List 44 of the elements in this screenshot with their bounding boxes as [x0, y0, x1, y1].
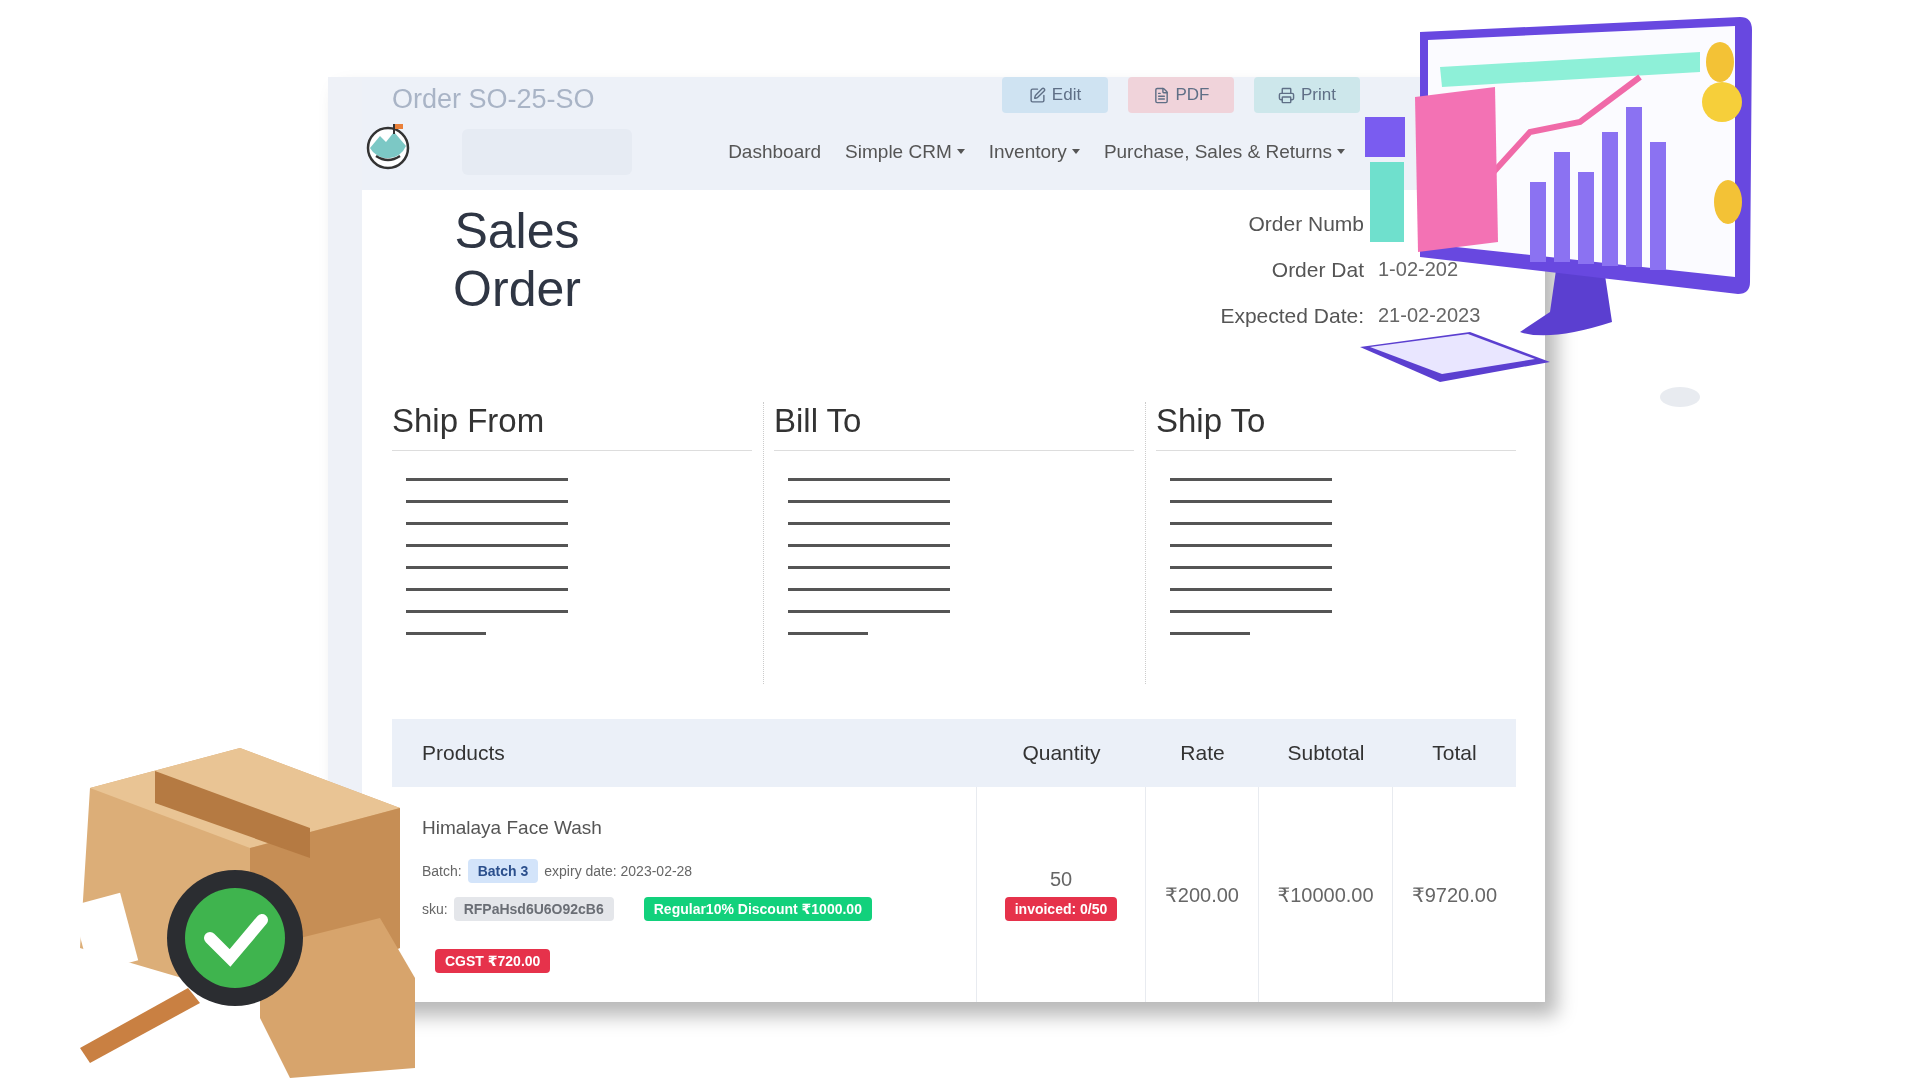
meta-value: 21-02-2023 [1378, 304, 1482, 328]
page-title: Order SO-25-SO [392, 82, 596, 115]
address-heading: Ship To [1156, 402, 1516, 451]
rate-value: ₹200.00 [1165, 882, 1239, 907]
nav-link[interactable]: Purchase, Sales & Returns [1103, 140, 1345, 163]
edit-icon [1028, 86, 1046, 104]
meta-label: Expected Date: [1220, 304, 1364, 328]
address-heading: Bill To [774, 402, 1134, 451]
mountain-logo [364, 121, 412, 170]
sku-label: sku: [422, 901, 448, 917]
sku-badge: RFPaHsd6U6O92cB6 [453, 897, 614, 921]
coin-icon [1706, 42, 1734, 82]
discount-badge: Regular10% Discount ₹1000.00 [643, 897, 872, 921]
column-header: Total [1431, 741, 1478, 765]
pdf-button[interactable]: PDF [1128, 77, 1234, 113]
total-value: ₹9720.00 [1412, 882, 1497, 907]
edit-button[interactable]: Edit [1002, 77, 1108, 113]
meta-label: Order Numb [1247, 212, 1364, 236]
nav-link[interactable]: Simple CRM [845, 140, 965, 163]
coin-icon [1714, 180, 1742, 224]
column-header: Subtotal [1286, 741, 1366, 765]
keyboard-icon [1360, 332, 1550, 382]
invoiced-badge: invoiced: 0/50 [1004, 897, 1118, 921]
expiry-date: expiry date: 2023-02-28 [544, 863, 693, 879]
floating-block [1365, 117, 1405, 157]
coin-icon [1702, 82, 1742, 122]
nav-link[interactable]: Inventory [988, 140, 1080, 163]
meta-label: Order Dat [1270, 258, 1364, 282]
tax-badge: CGST ₹720.00 [435, 949, 551, 973]
column-header: Products [421, 741, 506, 765]
nav-link[interactable]: Dashboard [728, 140, 822, 163]
document-title: Sales Order [452, 202, 582, 319]
address-heading: Ship From [392, 402, 752, 451]
meta-value: 1-02-202 [1378, 258, 1460, 282]
column-header: Rate [1179, 741, 1226, 765]
print-button[interactable]: Print [1254, 77, 1360, 113]
pdf-icon [1152, 86, 1170, 104]
column-header: Quantity [1021, 741, 1102, 765]
subtotal-value: ₹10000.00 [1277, 882, 1374, 907]
batch-label: Batch: [422, 863, 462, 879]
batch-badge: Batch 3 [467, 859, 539, 883]
print-icon [1278, 86, 1295, 104]
quantity-value: 50 [1049, 868, 1073, 891]
product-name: Himalaya Face Wash [422, 817, 603, 839]
